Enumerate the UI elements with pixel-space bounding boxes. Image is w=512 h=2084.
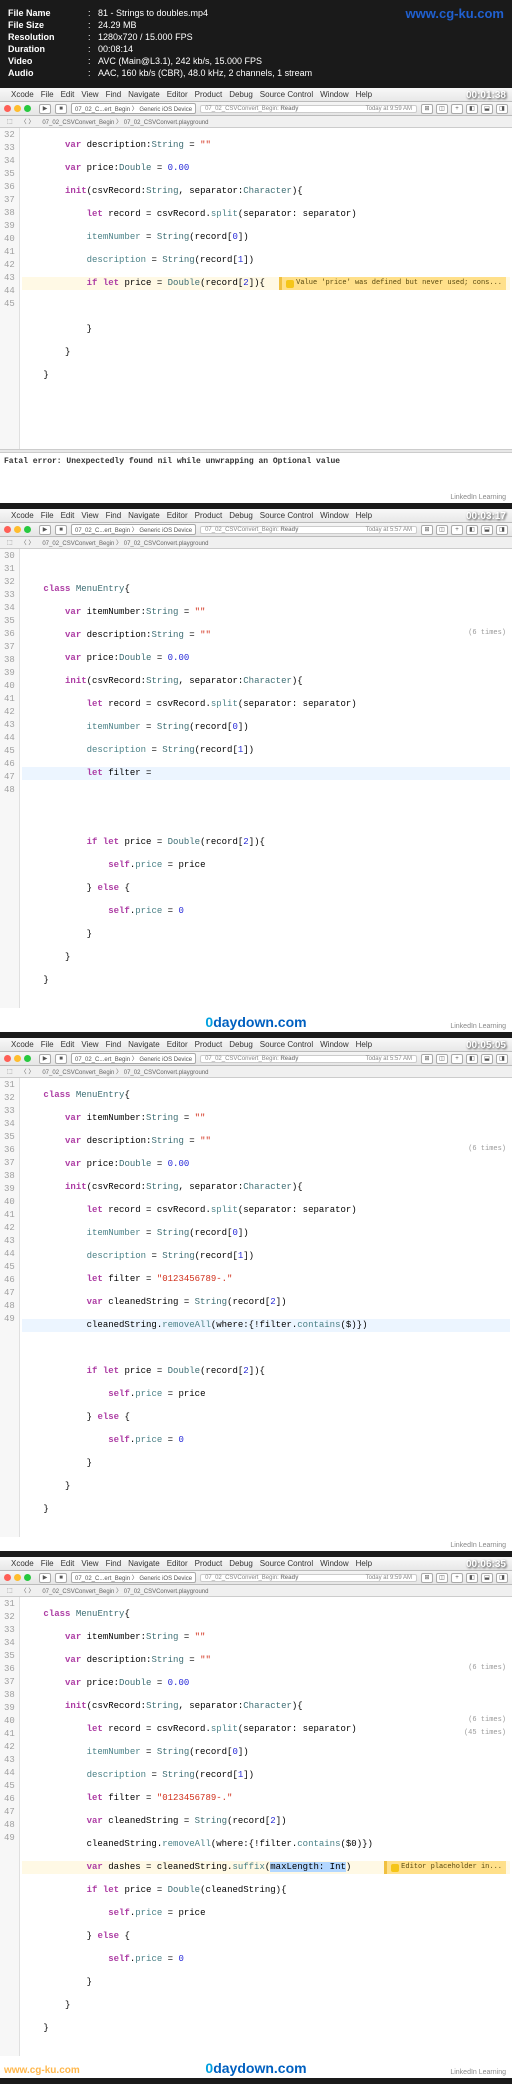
console-output[interactable]: Fatal error: Unexpectedly found nil whil… [0,453,512,503]
warning-icon [391,1864,399,1872]
linkedin-watermark: LinkedIn Learning [450,2069,506,2076]
linkedin-watermark: LinkedIn Learning [450,1023,506,1030]
menu-help[interactable]: Help [356,90,372,99]
xcode-panel-4: 00:06:35 XcodeFileEditViewFindNavigateEd… [0,1557,512,2078]
daydown-watermark: 0daydown.com [205,2060,306,2076]
code-content[interactable]: var description:String = "" var price:Do… [20,128,512,449]
warning-badge[interactable]: Editor placeholder in... [384,1861,506,1874]
menu-debug[interactable]: Debug [229,90,253,99]
panel-left-icon[interactable]: ◧ [466,104,478,114]
video-timestamp: 00:05:05 [466,1040,506,1051]
panel-right-icon[interactable]: ◨ [496,104,508,114]
video-timestamp: 00:03:17 [466,511,506,522]
code-editor[interactable]: 3233343536373839404142434445 var descrip… [0,128,512,449]
stop-button[interactable]: ■ [55,104,67,114]
menu-file[interactable]: File [41,90,54,99]
menu-product[interactable]: Product [195,90,223,99]
zoom-icon[interactable] [24,105,31,112]
xcode-panel-1: 00:01:38 Xcode File Edit View Find Navig… [0,88,512,503]
breadcrumb-bar[interactable]: ⬚〈 〉07_02_CSVConvert_Begin 〉 07_02_CSVCo… [0,116,512,128]
daydown-watermark: 0daydown.com [205,1014,306,1030]
menubar[interactable]: XcodeFileEditViewFindNavigateEditorProdu… [0,1557,512,1571]
menu-view[interactable]: View [81,90,98,99]
cgku-watermark: www.cg-ku.com [4,2065,80,2076]
menu-source-control[interactable]: Source Control [260,90,313,99]
linkedin-watermark: LinkedIn Learning [450,1542,506,1549]
linkedin-watermark: LinkedIn Learning [450,494,506,501]
run-button[interactable]: ▶ [39,104,51,114]
video-timestamp: 00:06:35 [466,1559,506,1570]
xcode-panel-2: 00:03:17 XcodeFileEditViewFindNavigateEd… [0,509,512,1032]
menu-xcode[interactable]: Xcode [11,90,34,99]
menu-edit[interactable]: Edit [61,90,75,99]
warning-icon [286,280,294,288]
menu-find[interactable]: Find [106,90,122,99]
menubar[interactable]: XcodeFileEditViewFindNavigateEditorProdu… [0,509,512,523]
scheme-selector[interactable]: 07_02_C...ert_Begin 〉 Generic iOS Device [71,103,196,114]
warning-badge[interactable]: Value 'price' was defined but never used… [279,277,506,290]
minimize-icon[interactable] [14,105,21,112]
file-info-header: www.cg-ku.com File Name:81 - Strings to … [0,0,512,88]
window-controls[interactable] [4,105,31,112]
video-timestamp: 00:01:38 [466,90,506,101]
activity-viewer: 07_02_CSVConvert_Begin: ReadyToday at 9:… [200,105,417,113]
line-gutter: 3233343536373839404142434445 [0,128,20,449]
close-icon[interactable] [4,105,11,112]
menu-editor[interactable]: Editor [167,90,188,99]
editor-placeholder[interactable]: maxLength: Int [270,1862,346,1872]
watermark-top: www.cg-ku.com [406,6,504,21]
menu-navigate[interactable]: Navigate [128,90,160,99]
menubar[interactable]: XcodeFileEditViewFindNavigateEditorProdu… [0,1038,512,1052]
toolbar: ▶■ 07_02_C...ert_Begin 〉 Generic iOS Dev… [0,523,512,537]
editor-mode-icon[interactable]: ⊞ [421,104,433,114]
code-editor[interactable]: 31323334353637383940414243444546474849 c… [0,1078,512,1537]
library-icon[interactable]: + [451,104,463,114]
code-editor[interactable]: 31323334353637383940414243444546474849 c… [0,1597,512,2056]
result-sidebar: (6 times) [468,1143,506,1156]
panel-bottom-icon[interactable]: ⬓ [481,104,493,114]
xcode-panel-3: 00:05:05 XcodeFileEditViewFindNavigateEd… [0,1038,512,1551]
toolbar: ▶ ■ 07_02_C...ert_Begin 〉 Generic iOS De… [0,102,512,116]
result-sidebar: (6 times) [468,627,506,640]
assistant-icon[interactable]: ◫ [436,104,448,114]
menubar[interactable]: Xcode File Edit View Find Navigate Edito… [0,88,512,102]
code-editor[interactable]: 30313233343536373839404142434445464748 c… [0,549,512,1008]
menu-window[interactable]: Window [320,90,348,99]
